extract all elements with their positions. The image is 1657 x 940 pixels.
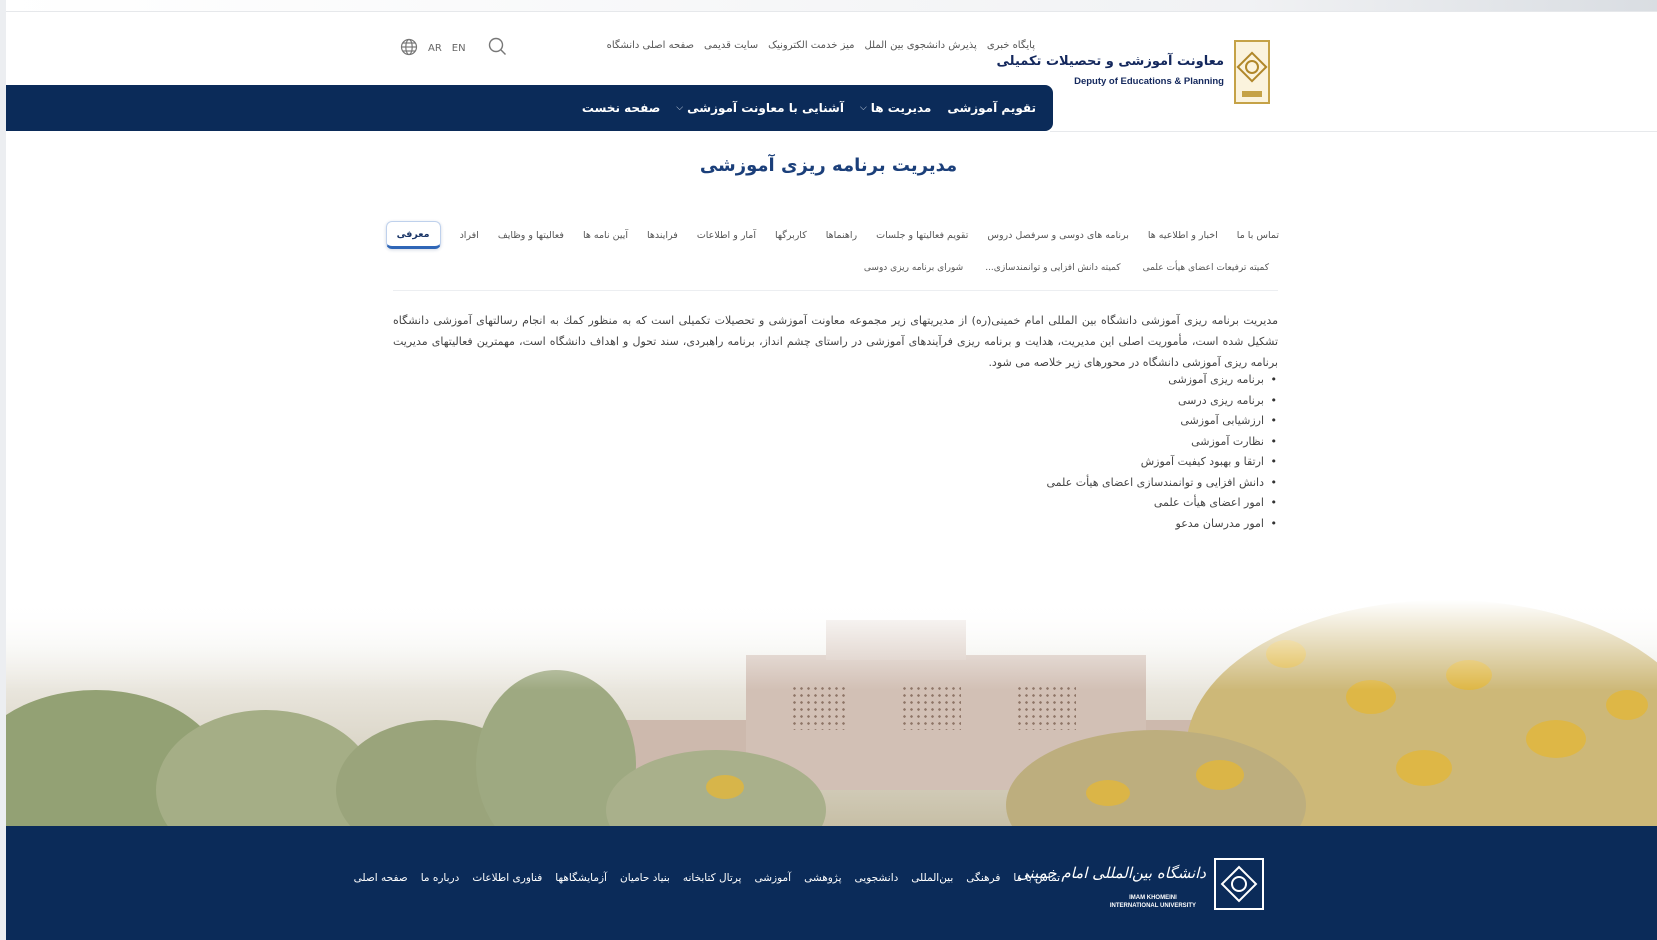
section-tabs: معرفی افراد فعالیتها و وظایف آیین نامه ه… <box>385 221 1279 249</box>
campus-photo <box>6 600 1657 826</box>
footer-link-international[interactable]: بین‌المللی <box>911 872 953 884</box>
tab-guides[interactable]: راهنماها <box>826 230 857 241</box>
nav-about-deputy[interactable]: آشنایی با معاونت آموزشی ⌵ <box>676 101 844 115</box>
footer-logo-title-en: IMAM KHOMEINI INTERNATIONAL UNIVERSITY <box>1110 894 1196 910</box>
page-title: مدیریت برنامه ریزی آموزشی <box>699 155 958 176</box>
list-item: امور اعضای هیأت علمی <box>1047 496 1278 517</box>
nav-managements[interactable]: مدیریت ها ⌵ <box>860 101 931 115</box>
site-footer: دانشگاه بین‌المللی امام خمینی IMAM KHOME… <box>6 826 1657 940</box>
tab-regulations[interactable]: آیین نامه ها <box>583 230 628 241</box>
chevron-down-icon: ⌵ <box>859 103 867 113</box>
university-emblem-icon <box>1214 858 1264 910</box>
university-logo[interactable]: دانشگاه بین‌المللی امام خمینی IMAM KHOME… <box>1017 858 1264 914</box>
list-item: برنامه ریزی درسی <box>1047 394 1278 415</box>
list-item: برنامه ریزی آموزشی <box>1047 373 1278 394</box>
nav-academic-calendar-label: تقویم آموزشی <box>947 101 1036 115</box>
list-item: امور مدرسان مدعو <box>1047 517 1278 538</box>
tab-intro[interactable]: معرفی <box>385 221 441 249</box>
lang-en-link[interactable]: EN <box>452 43 466 54</box>
footer-link-library[interactable]: پرتال کتابخانه <box>683 872 742 884</box>
tab-processes[interactable]: فرایندها <box>647 230 678 241</box>
footer-link-cultural[interactable]: فرهنگی <box>966 872 1000 884</box>
nav-academic-calendar[interactable]: تقویم آموزشی <box>947 101 1036 115</box>
footer-link-it[interactable]: فناوری اطلاعات <box>472 872 542 884</box>
footer-link-contact[interactable]: تماس با ما <box>1013 872 1060 884</box>
list-item: نظارت آموزشی <box>1047 435 1278 456</box>
browser-top-strip <box>0 0 1657 12</box>
tab-news[interactable]: اخبار و اطلاعیه ها <box>1148 230 1218 241</box>
footer-links: صفحه اصلی درباره ما فناوری اطلاعات آزمای… <box>354 872 1060 884</box>
footer-logo-en-line1: IMAM KHOMEINI <box>1129 895 1177 901</box>
header-divider <box>1050 131 1657 132</box>
search-icon[interactable] <box>488 37 507 59</box>
tab-empowerment-committee[interactable]: کمیته دانش افزایی و توانمندسازی... <box>985 263 1120 273</box>
footer-logo-en-line2: INTERNATIONAL UNIVERSITY <box>1109 903 1196 909</box>
tab-activity-calendar[interactable]: تقویم فعالیتها و جلسات <box>876 230 968 241</box>
footer-link-students[interactable]: دانشجویی <box>855 872 899 884</box>
toplink-university-home[interactable]: صفحه اصلی دانشگاه <box>607 40 694 51</box>
tab-curricula[interactable]: برنامه های دوسی و سرفصل دروس <box>987 230 1129 241</box>
tab-people[interactable]: افراد <box>460 230 479 241</box>
footer-link-education[interactable]: آموزشی <box>754 872 791 884</box>
tab-forms[interactable]: کاربرگها <box>775 230 807 241</box>
tab-activities-duties[interactable]: فعالیتها و وظایف <box>498 230 564 241</box>
tab-promotion-committee[interactable]: کمیته ترفیعات اعضای هیأت علمی <box>1143 263 1269 273</box>
toplink-e-service-desk[interactable]: میز خدمت الکترونیک <box>768 40 854 51</box>
globe-icon[interactable] <box>400 38 418 59</box>
activities-list: برنامه ریزی آموزشی برنامه ریزی درسی ارزش… <box>1047 373 1278 537</box>
lang-ar-link[interactable]: AR <box>428 43 442 54</box>
tabs-divider <box>393 290 1278 291</box>
toplink-news-base[interactable]: پایگاه خبری <box>987 40 1035 51</box>
footer-link-home[interactable]: صفحه اصلی <box>354 872 408 884</box>
logo-emblem-icon <box>1234 40 1270 104</box>
chevron-down-icon: ⌵ <box>676 103 684 113</box>
nav-home[interactable]: صفحه نخست <box>582 101 660 115</box>
nav-about-deputy-label: آشنایی با معاونت آموزشی <box>687 101 844 115</box>
list-item: دانش افزایی و توانمندسازی اعضای هیأت علم… <box>1047 476 1278 497</box>
toplink-old-site[interactable]: سایت قدیمی <box>704 40 758 51</box>
list-item: ارزشیابی آموزشی <box>1047 414 1278 435</box>
logo-title-en: Deputy of Educations & Planning <box>1074 76 1224 87</box>
section-tabs-row2: شورای برنامه ریزی دوسی کمیته دانش افزایی… <box>864 263 1269 273</box>
header-utilities: AR EN <box>400 37 507 59</box>
intro-paragraph: مدیریت برنامه ریزی آموزشی دانشگاه بین ال… <box>393 314 1278 369</box>
tab-contact[interactable]: تماس با ما <box>1237 230 1279 241</box>
logo-title-fa: معاونت آموزشی و تحصیلات تکمیلی <box>996 54 1224 69</box>
footer-link-supporters[interactable]: بنیاد حامیان <box>620 872 670 884</box>
tab-statistics[interactable]: آمار و اطلاعات <box>697 230 756 241</box>
nav-managements-label: مدیریت ها <box>870 101 932 115</box>
top-links: صفحه اصلی دانشگاه سایت قدیمی میز خدمت ال… <box>607 40 1035 51</box>
toplink-international-admission[interactable]: پذیرش دانشجوی بین الملل <box>864 40 976 51</box>
footer-link-labs[interactable]: آزمایشگاهها <box>555 872 607 884</box>
main-nav-bar: صفحه نخست آشنایی با معاونت آموزشی ⌵ مدیر… <box>6 85 1053 131</box>
tab-curriculum-council[interactable]: شورای برنامه ریزی دوسی <box>864 263 963 273</box>
footer-link-about[interactable]: درباره ما <box>421 872 460 884</box>
footer-link-research[interactable]: پژوهشی <box>804 872 841 884</box>
nav-home-label: صفحه نخست <box>581 101 661 115</box>
list-item: ارتقا و بهبود کیفیت آموزش <box>1047 455 1278 476</box>
